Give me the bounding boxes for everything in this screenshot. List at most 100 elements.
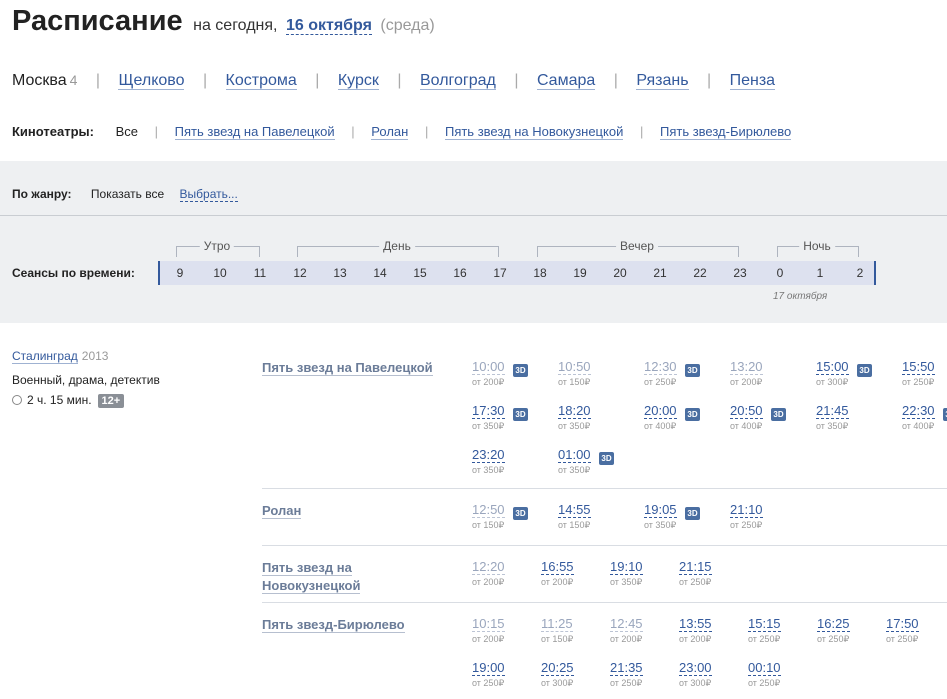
movie-title-link[interactable]: Сталинград	[12, 349, 78, 364]
hour-tick[interactable]: 13	[330, 266, 350, 280]
session-time: 20:50	[730, 403, 763, 419]
session-slot[interactable]: 15:00 от 300₽ 3D	[816, 358, 876, 388]
hour-tick[interactable]: 21	[650, 266, 670, 280]
session-slot[interactable]: 21:35 от 250₽	[610, 659, 670, 689]
session-slot[interactable]: 15:50 от 250₽	[902, 358, 947, 388]
session-slot[interactable]: 21:10 от 250₽	[730, 501, 790, 531]
cinema-filter-item[interactable]: Пять звезд-Бирюлево	[659, 124, 792, 140]
badge-3d: 3D	[599, 452, 614, 465]
session-slot[interactable]: 01:00 от 350₽ 3D	[558, 446, 618, 476]
hour-tick[interactable]: 2	[850, 266, 870, 280]
separator: |	[351, 124, 355, 139]
hour-tick[interactable]: 1	[810, 266, 830, 280]
city-link[interactable]: Кострома	[225, 72, 297, 90]
hour-tick[interactable]: 20	[610, 266, 630, 280]
cinema-filter-item[interactable]: Ролан	[371, 124, 409, 140]
hour-tick[interactable]: 14	[370, 266, 390, 280]
cinema-name-link[interactable]: Пять звезд на Новокузнецкой	[262, 559, 452, 595]
separator: |	[707, 72, 712, 89]
city-link[interactable]: Рязань	[636, 72, 689, 90]
cinema-name-text: Пять звезд на Павелецкой	[262, 360, 433, 376]
hour-tick[interactable]: 22	[690, 266, 710, 280]
hour-tick[interactable]: 10	[210, 266, 230, 280]
cinema-filter-item[interactable]: Пять звезд на Новокузнецкой	[444, 124, 624, 140]
cinema-filter-item[interactable]: Пять звезд на Павелецкой	[174, 124, 335, 140]
date-selector[interactable]: 16 октября	[285, 17, 372, 35]
session-slot[interactable]: 13:20 от 200₽	[730, 358, 790, 388]
session-slot[interactable]: 12:30 от 250₽ 3D	[644, 358, 704, 388]
session-price: от 250₽	[644, 377, 677, 387]
separator: |	[95, 72, 101, 89]
badge-3d: 3D	[943, 408, 947, 421]
page-header: Расписание на сегодня, 16 октября (среда…	[12, 5, 435, 38]
hour-tick[interactable]: 11	[250, 266, 270, 280]
page-title: Расписание	[12, 5, 183, 37]
session-slot[interactable]: 21:45 от 350₽	[816, 402, 876, 432]
city-link[interactable]: Щелково	[118, 72, 185, 90]
hour-tick[interactable]: 17	[490, 266, 510, 280]
session-slot[interactable]: 10:00 от 200₽ 3D	[472, 358, 532, 388]
genre-show-all[interactable]: Показать все	[91, 187, 164, 201]
next-day-label: 17 октября	[773, 291, 828, 302]
session-slot[interactable]: 16:25 от 250₽	[817, 615, 877, 645]
session-slot[interactable]: 18:20 от 350₽	[558, 402, 618, 432]
time-range-slider[interactable]: 9 10 11 12 13 14 15 16 17 18 19 20 21 22 23 0 1 2	[158, 261, 876, 285]
badge-3d: 3D	[685, 507, 700, 520]
city-link[interactable]: Курск	[337, 72, 379, 90]
session-price: от 400₽	[902, 421, 935, 431]
session-slot[interactable]: 10:15 от 200₽	[472, 615, 532, 645]
session-time: 23:00	[679, 660, 712, 676]
cinema-name-link[interactable]: Пять звезд на Павелецкой	[262, 359, 452, 377]
session-slot[interactable]: 00:10 от 250₽	[748, 659, 808, 689]
session-slot[interactable]: 17:50 от 250₽	[886, 615, 946, 645]
session-slot[interactable]: 17:30 от 350₽ 3D	[472, 402, 532, 432]
session-slot[interactable]: 20:25 от 300₽	[541, 659, 601, 689]
session-slot[interactable]: 11:25 от 150₽	[541, 615, 601, 645]
session-price: от 150₽	[472, 520, 505, 530]
session-slot[interactable]: 20:00 от 400₽ 3D	[644, 402, 704, 432]
session-slot[interactable]: 19:10 от 350₽	[610, 558, 670, 588]
hour-tick[interactable]: 12	[290, 266, 310, 280]
session-slot[interactable]: 19:05 от 350₽ 3D	[644, 501, 704, 531]
hour-tick[interactable]: 0	[770, 266, 790, 280]
badge-3d: 3D	[685, 364, 700, 377]
city-link[interactable]: Пенза	[729, 72, 776, 90]
session-slot[interactable]: 14:55 от 150₽	[558, 501, 618, 531]
movie-title-block: Сталинград 2013	[12, 349, 108, 364]
session-time: 14:55	[558, 502, 591, 518]
city-link[interactable]: Волгоград	[419, 72, 496, 90]
cinema-name-link[interactable]: Пять звезд-Бирюлево	[262, 616, 452, 634]
session-slot[interactable]: 12:20 от 200₽	[472, 558, 532, 588]
session-slot[interactable]: 13:55 от 200₽	[679, 615, 739, 645]
session-price: от 350₽	[816, 421, 849, 431]
session-slot[interactable]: 23:20 от 350₽	[472, 446, 532, 476]
hour-tick[interactable]: 16	[450, 266, 470, 280]
session-slot[interactable]: 16:55 от 200₽	[541, 558, 601, 588]
session-slot[interactable]: 19:00 от 250₽	[472, 659, 532, 689]
session-time: 20:00	[644, 403, 677, 419]
session-slot[interactable]: 22:30 от 400₽ 3D	[902, 402, 947, 432]
session-slot[interactable]: 10:50 от 150₽	[558, 358, 618, 388]
hour-tick[interactable]: 19	[570, 266, 590, 280]
session-time: 23:20	[472, 447, 505, 463]
session-slot[interactable]: 20:50 от 400₽ 3D	[730, 402, 790, 432]
city-link[interactable]: Самара	[536, 72, 596, 90]
hour-tick[interactable]: 23	[730, 266, 750, 280]
session-time: 21:35	[610, 660, 643, 676]
separator: |	[424, 124, 429, 139]
session-slot[interactable]: 15:15 от 250₽	[748, 615, 808, 645]
session-time: 12:30	[644, 359, 677, 375]
session-time: 21:45	[816, 403, 849, 419]
hour-tick[interactable]: 15	[410, 266, 430, 280]
session-slot[interactable]: 12:45 от 200₽	[610, 615, 670, 645]
session-price: от 400₽	[730, 421, 763, 431]
hour-tick[interactable]: 18	[530, 266, 550, 280]
session-slot[interactable]: 23:00 от 300₽	[679, 659, 739, 689]
session-time: 10:15	[472, 616, 505, 632]
cinema-name-link[interactable]: Ролан	[262, 502, 452, 520]
session-slot[interactable]: 21:15 от 250₽	[679, 558, 739, 588]
hour-tick[interactable]: 9	[170, 266, 190, 280]
session-slot[interactable]: 12:50 от 150₽ 3D	[472, 501, 532, 531]
cinema-filter-all[interactable]: Все	[116, 124, 138, 139]
genre-choose-link[interactable]: Выбрать...	[179, 187, 238, 202]
